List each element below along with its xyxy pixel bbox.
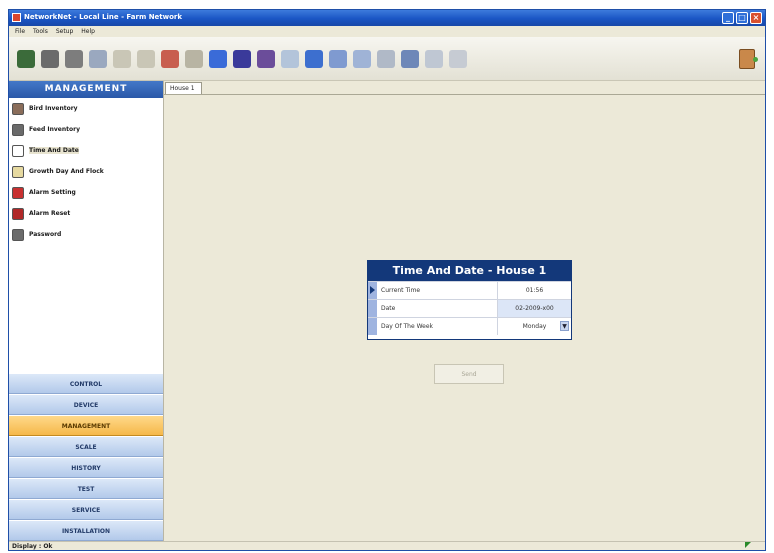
nav-device-button[interactable]: DEVICE bbox=[9, 394, 163, 415]
row-gutter bbox=[368, 300, 377, 317]
tools-icon[interactable] bbox=[41, 50, 59, 68]
current-time-field[interactable]: 01:56 bbox=[498, 282, 571, 299]
sidebar-item[interactable]: Password bbox=[9, 224, 163, 245]
menu-setup[interactable]: Setup bbox=[56, 26, 73, 37]
row-day-of-week[interactable]: Day Of The Week Monday ▼ bbox=[368, 317, 571, 335]
device-icon[interactable] bbox=[89, 50, 107, 68]
nav-management-button[interactable]: MANAGEMENT bbox=[9, 415, 163, 436]
sidebar-item-label: Alarm Reset bbox=[29, 210, 71, 217]
row-date[interactable]: Date 02-2009-x00 bbox=[368, 299, 571, 317]
network-icon[interactable] bbox=[401, 50, 419, 68]
phone-icon[interactable] bbox=[305, 50, 323, 68]
menu-tools[interactable]: Tools bbox=[33, 26, 48, 37]
scale-icon[interactable] bbox=[353, 50, 371, 68]
row-label: Day Of The Week bbox=[377, 318, 498, 335]
menu-file[interactable]: File bbox=[15, 26, 25, 37]
maximize-button[interactable]: □ bbox=[736, 12, 748, 24]
row-label: Current Time bbox=[377, 282, 498, 299]
sidebar-item-label: Password bbox=[29, 231, 62, 238]
date-field[interactable]: 02-2009-x00 bbox=[498, 300, 571, 317]
send-button[interactable]: Send bbox=[434, 364, 504, 384]
main-area: House 1 Time And Date - House 1 Current … bbox=[164, 81, 765, 541]
sidebar-items: Bird Inventory Feed Inventory Time And Dat… bbox=[9, 98, 163, 245]
minimize-button[interactable]: _ bbox=[722, 12, 734, 24]
app-window: NetworkNet - Local Line - Farm Network _… bbox=[8, 9, 766, 551]
exit-door-icon[interactable] bbox=[739, 49, 758, 69]
monitor-icon[interactable] bbox=[17, 50, 35, 68]
sidebar-item[interactable]: Alarm Setting bbox=[9, 182, 163, 203]
lamp-icon[interactable] bbox=[425, 50, 443, 68]
flask-icon[interactable] bbox=[113, 50, 131, 68]
toolbar bbox=[9, 37, 765, 81]
nav-test-button[interactable]: TEST bbox=[9, 478, 163, 499]
nav-history-button[interactable]: HISTORY bbox=[9, 457, 163, 478]
sidebar-item[interactable]: Alarm Reset bbox=[9, 203, 163, 224]
sidebar-header: MANAGEMENT bbox=[9, 81, 163, 98]
row-label: Date bbox=[377, 300, 498, 317]
user-icon[interactable] bbox=[185, 50, 203, 68]
chart-icon[interactable] bbox=[209, 50, 227, 68]
window-controls: _ □ × bbox=[722, 12, 762, 24]
window-title: NetworkNet - Local Line - Farm Network bbox=[24, 13, 183, 21]
alarm-icon bbox=[12, 186, 24, 199]
bird-icon bbox=[12, 102, 24, 115]
current-row-marker-icon bbox=[368, 282, 377, 299]
silo-icon bbox=[12, 123, 24, 136]
status-bar: Display : Ok bbox=[9, 541, 765, 550]
sidebar-item-label: Alarm Setting bbox=[29, 189, 76, 196]
row-gutter bbox=[368, 318, 377, 335]
ring-icon[interactable] bbox=[281, 50, 299, 68]
pen-icon[interactable] bbox=[137, 50, 155, 68]
menu-bar: File Tools Setup Help bbox=[9, 26, 765, 37]
sidebar-item[interactable]: Growth Day And Flock bbox=[9, 161, 163, 182]
day-of-week-select[interactable]: Monday ▼ bbox=[498, 318, 571, 335]
status-text: Display : Ok bbox=[12, 543, 53, 550]
close-button[interactable]: × bbox=[750, 12, 762, 24]
section-nav: CONTROL DEVICE MANAGEMENT SCALE HISTORY TEST S… bbox=[9, 373, 163, 541]
sidebar-item-label: Time And Date bbox=[29, 147, 79, 154]
nav-control-button[interactable]: CONTROL bbox=[9, 373, 163, 394]
panel-title: Time And Date - House 1 bbox=[368, 261, 571, 281]
feed-icon[interactable] bbox=[161, 50, 179, 68]
bar-chart-icon[interactable] bbox=[233, 50, 251, 68]
time-date-panel: Time And Date - House 1 Current Time 01:… bbox=[367, 260, 572, 340]
cursor-icon bbox=[745, 542, 751, 548]
lock-icon bbox=[12, 228, 24, 241]
calendar-icon bbox=[12, 165, 24, 178]
sidebar-item-label: Feed Inventory bbox=[29, 126, 80, 133]
alarm-reset-icon bbox=[12, 207, 24, 220]
sidebar-item[interactable]: Bird Inventory bbox=[9, 98, 163, 119]
tab-divider bbox=[164, 94, 765, 95]
disk-icon[interactable] bbox=[449, 50, 467, 68]
row-current-time[interactable]: Current Time 01:56 bbox=[368, 281, 571, 299]
sidebar-item[interactable]: Feed Inventory bbox=[9, 119, 163, 140]
sidebar-item-label: Growth Day And Flock bbox=[29, 168, 104, 175]
sidebar: MANAGEMENT Bird Inventory Feed Inventory T… bbox=[9, 81, 164, 541]
nav-scale-button[interactable]: SCALE bbox=[9, 436, 163, 457]
menu-help[interactable]: Help bbox=[81, 26, 95, 37]
app-icon bbox=[12, 13, 21, 22]
nav-installation-button[interactable]: INSTALLATION bbox=[9, 520, 163, 541]
chevron-down-icon[interactable]: ▼ bbox=[560, 321, 569, 331]
gauge-icon[interactable] bbox=[257, 50, 275, 68]
tab-house-1[interactable]: House 1 bbox=[165, 82, 202, 94]
clock-icon bbox=[12, 144, 24, 157]
day-of-week-value: Monday bbox=[522, 323, 547, 330]
nav-service-button[interactable]: SERVICE bbox=[9, 499, 163, 520]
title-bar: NetworkNet - Local Line - Farm Network _… bbox=[9, 10, 765, 26]
sidebar-item-label: Bird Inventory bbox=[29, 105, 78, 112]
printer-icon[interactable] bbox=[377, 50, 395, 68]
grid-icon[interactable] bbox=[65, 50, 83, 68]
calendar-icon[interactable] bbox=[329, 50, 347, 68]
sidebar-item[interactable]: Time And Date bbox=[9, 140, 163, 161]
